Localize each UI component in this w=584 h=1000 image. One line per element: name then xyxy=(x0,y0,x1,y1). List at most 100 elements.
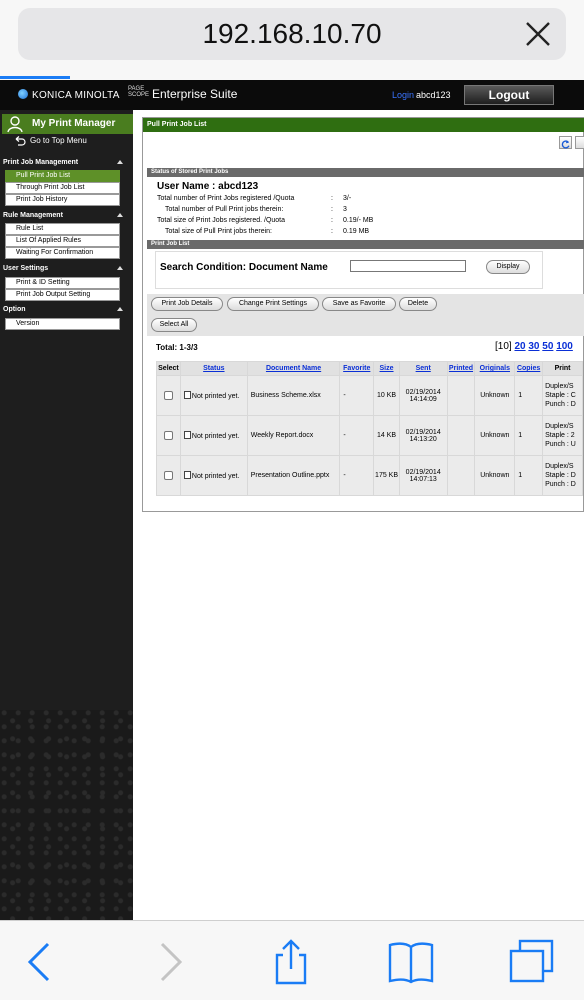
column-copies[interactable]: Copies xyxy=(514,361,544,376)
status-row: Total size of Print Jobs registered. /Qu… xyxy=(157,217,374,224)
document-name-cell: Weekly Report.docx xyxy=(246,415,341,456)
copies-cell: 1 xyxy=(514,415,544,456)
originals-cell: Unknown xyxy=(474,455,516,496)
sidebar-item-applied-rules[interactable]: List Of Applied Rules xyxy=(5,235,120,247)
login-label: Login xyxy=(392,90,415,100)
share-icon[interactable] xyxy=(268,939,314,985)
forward-icon[interactable] xyxy=(146,939,192,985)
print-job-details-button[interactable]: Print Job Details xyxy=(151,297,223,311)
browser-address-area: 192.168.10.70 xyxy=(0,0,584,80)
row-checkbox[interactable] xyxy=(163,471,173,480)
close-icon[interactable] xyxy=(518,14,558,54)
document-name-input[interactable] xyxy=(350,260,466,272)
document-icon xyxy=(183,391,191,399)
sidebar-item-version[interactable]: Version xyxy=(5,318,120,330)
print-job-table: Select Status Document Name Favorite Siz… xyxy=(156,361,583,496)
sidebar-item-print-job-output-setting[interactable]: Print Job Output Setting xyxy=(5,289,120,301)
sidebar-heading-option[interactable]: Option xyxy=(3,304,133,316)
tabs-icon[interactable] xyxy=(508,939,554,985)
user-name: User Name : abcd123 xyxy=(157,181,259,192)
sidebar-item-through-print-job-list[interactable]: Through Print Job List xyxy=(5,182,120,194)
help-icon[interactable] xyxy=(575,136,584,149)
page-size-selector: [10] 20 30 50 100 xyxy=(495,341,573,352)
konica-minolta-logo: KONICA MINOLTA xyxy=(18,89,120,101)
globe-icon xyxy=(18,89,28,99)
column-originals[interactable]: Originals xyxy=(474,361,516,376)
table-row: Not printed yet. Weekly Report.docx - 14… xyxy=(156,415,583,456)
column-sent[interactable]: Sent xyxy=(398,361,448,376)
column-size[interactable]: Size xyxy=(373,361,400,376)
sidebar-item-waiting-confirmation[interactable]: Waiting For Confirmation xyxy=(5,247,120,259)
select-cell xyxy=(156,415,181,456)
sidebar-heading-user-settings[interactable]: User Settings xyxy=(3,263,133,275)
column-favorite[interactable]: Favorite xyxy=(339,361,375,376)
print-settings-cell: Duplex/S Staple : 2 Punch : U xyxy=(542,415,583,456)
logout-button[interactable]: Logout xyxy=(464,85,554,105)
column-print: Print xyxy=(542,361,583,376)
change-print-settings-button[interactable]: Change Print Settings xyxy=(227,297,319,311)
display-button[interactable]: Display xyxy=(486,260,530,274)
go-to-top-menu-link[interactable]: Go to Top Menu xyxy=(30,136,87,145)
favorite-cell: - xyxy=(339,455,375,496)
bookmarks-icon[interactable] xyxy=(388,939,434,985)
select-cell xyxy=(156,375,181,416)
sidebar: My Print Manager Go to Top Menu Print Jo… xyxy=(0,110,133,920)
favorite-cell: - xyxy=(339,415,375,456)
originals-cell: Unknown xyxy=(474,415,516,456)
select-all-button[interactable]: Select All xyxy=(151,318,197,332)
status-row: Total size of Pull Print jobs therein: :… xyxy=(165,228,370,235)
panel-tools xyxy=(559,136,584,150)
page-size-50-link[interactable]: 50 xyxy=(542,341,553,352)
enterprise-suite-logo: PAGE SCOPE Enterprise Suite xyxy=(128,86,238,101)
collapse-icon xyxy=(117,266,123,270)
sent-cell: 02/19/2014 14:13:20 xyxy=(398,415,448,456)
return-arrow-icon xyxy=(15,136,26,146)
sidebar-item-print-job-history[interactable]: Print Job History xyxy=(5,194,120,206)
select-cell xyxy=(156,455,181,496)
user-icon xyxy=(7,116,23,133)
column-printed[interactable]: Printed xyxy=(446,361,476,376)
status-row: Total number of Pull Print jobs therein:… xyxy=(165,206,347,213)
delete-button[interactable]: Delete xyxy=(399,297,437,311)
status-cell: Not printed yet. xyxy=(179,375,248,416)
action-button-area: Print Job Details Change Print Settings … xyxy=(147,294,584,336)
row-checkbox[interactable] xyxy=(163,431,173,440)
collapse-icon xyxy=(117,213,123,217)
sidebar-item-pull-print-job-list[interactable]: Pull Print Job List xyxy=(5,170,120,182)
size-cell: 10 KB xyxy=(373,375,400,416)
document-name-cell: Business Scheme.xlsx xyxy=(246,375,341,416)
row-checkbox[interactable] xyxy=(163,391,173,400)
page-header: KONICA MINOLTA PAGE SCOPE Enterprise Suit… xyxy=(0,80,584,110)
page-size-30-link[interactable]: 30 xyxy=(528,341,539,352)
page-size-20-link[interactable]: 20 xyxy=(514,341,525,352)
sent-cell: 02/19/2014 14:14:09 xyxy=(398,375,448,416)
status-heading: Status of Stored Print Jobs xyxy=(147,168,584,177)
sent-cell: 02/19/2014 14:07:13 xyxy=(398,455,448,496)
sidebar-item-rule-list[interactable]: Rule List xyxy=(5,223,120,235)
address-text[interactable]: 192.168.10.70 xyxy=(18,8,566,60)
sidebar-item-print-id-setting[interactable]: Print & ID Setting xyxy=(5,277,120,289)
address-bar[interactable]: 192.168.10.70 xyxy=(18,8,566,60)
pull-print-job-panel: Pull Print Job List Status of Stored Pri… xyxy=(142,117,584,512)
total-count: Total: 1-3/3 xyxy=(156,343,198,352)
page-size-100-link[interactable]: 100 xyxy=(556,341,573,352)
sidebar-background-texture xyxy=(0,710,133,920)
table-row: Not printed yet. Presentation Outline.pp… xyxy=(156,455,583,496)
my-print-manager-header[interactable]: My Print Manager xyxy=(2,114,133,134)
column-status[interactable]: Status xyxy=(179,361,248,376)
sidebar-heading-rule-management[interactable]: Rule Management xyxy=(3,210,133,222)
printed-cell xyxy=(446,375,476,416)
search-condition-label: Search Condition: Document Name xyxy=(160,262,328,273)
sidebar-heading-print-job-management[interactable]: Print Job Management xyxy=(3,157,133,169)
save-as-favorite-button[interactable]: Save as Favorite xyxy=(322,297,396,311)
document-icon xyxy=(183,431,191,439)
column-select: Select xyxy=(156,361,181,376)
copies-cell: 1 xyxy=(514,375,544,416)
collapse-icon xyxy=(117,307,123,311)
table-row: Not printed yet. Business Scheme.xlsx - … xyxy=(156,375,583,416)
back-icon[interactable] xyxy=(18,939,64,985)
column-document-name[interactable]: Document Name xyxy=(246,361,341,376)
refresh-icon[interactable] xyxy=(559,136,572,149)
size-cell: 175 KB xyxy=(373,455,400,496)
main-content: Pull Print Job List Status of Stored Pri… xyxy=(133,110,584,920)
